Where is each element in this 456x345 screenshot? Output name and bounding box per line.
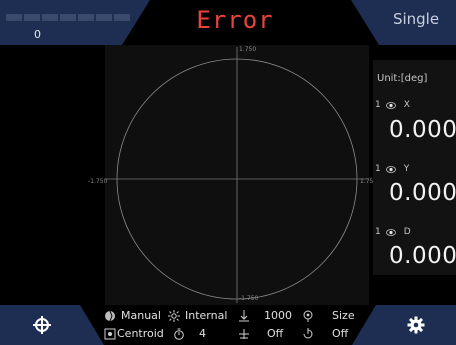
measurement-counter: 0 xyxy=(34,28,41,41)
eye-icon[interactable] xyxy=(385,101,396,109)
filter-icon xyxy=(239,328,249,339)
aperture-icon xyxy=(105,310,115,321)
channel-name: D xyxy=(403,227,411,237)
d-value: 0.000 xyxy=(389,243,456,269)
offset-setting: Off xyxy=(302,327,348,340)
target-setting: Size xyxy=(302,309,355,322)
channel-name: X xyxy=(403,100,410,110)
unit-label: Unit:[deg] xyxy=(377,73,428,84)
segment xyxy=(24,14,40,21)
mode-label: Single xyxy=(392,10,440,28)
eye-icon[interactable] xyxy=(385,228,396,236)
readout-panel: Unit:[deg] 1 X 0.000 1 Y 0.000 1 D 0.000 xyxy=(373,60,456,275)
target-plot: 1.750 -1.750 -1.750 1.750 xyxy=(88,45,377,305)
segment xyxy=(60,14,76,21)
progress-segments xyxy=(6,14,130,21)
crosshair-panel xyxy=(0,305,104,345)
axis-top-label: 1.750 xyxy=(239,46,257,53)
bottom-bar: Manual Internal 1000 Size Centroid 4 Off… xyxy=(0,305,456,345)
segment xyxy=(114,14,130,21)
segment xyxy=(78,14,94,21)
counter-panel: 0 xyxy=(0,0,150,45)
mode-button[interactable]: Single xyxy=(351,0,456,45)
channel-index: 1 xyxy=(375,100,381,110)
segment xyxy=(42,14,58,21)
channel-d-header: 1 D xyxy=(375,227,411,237)
x-value: 0.000 xyxy=(389,117,456,143)
crosshair-button[interactable] xyxy=(12,305,72,345)
target-icon xyxy=(303,310,313,322)
segment xyxy=(96,14,112,21)
channel-name: Y xyxy=(403,164,410,174)
channel-x-header: 1 X xyxy=(375,100,410,110)
channel-y-header: 1 Y xyxy=(375,164,409,174)
channel-index: 1 xyxy=(375,227,381,237)
axis-left-label: -1.750 xyxy=(88,178,108,185)
gear-icon xyxy=(407,316,425,334)
timer-icon xyxy=(174,328,184,340)
method-setting: Centroid xyxy=(104,327,164,340)
settings-button[interactable] xyxy=(386,305,446,345)
eye-icon[interactable] xyxy=(385,165,396,173)
gain-setting: 1000 xyxy=(238,309,292,322)
sun-icon xyxy=(168,309,180,322)
settings-panel xyxy=(352,305,456,345)
channel-index: 1 xyxy=(375,164,381,174)
segment xyxy=(6,14,22,21)
y-value: 0.000 xyxy=(389,180,456,206)
light-source-setting: Internal xyxy=(168,309,227,322)
status-text: Error xyxy=(196,6,274,34)
offset-icon xyxy=(303,327,313,338)
filter-setting: Off xyxy=(238,327,283,340)
centroid-icon xyxy=(104,328,116,339)
axis-bottom-label: -1.750 xyxy=(239,295,259,302)
average-setting: 4 xyxy=(173,327,206,340)
crosshair-icon xyxy=(33,316,51,334)
gain-icon xyxy=(239,309,249,321)
top-bar: 0 Error Single xyxy=(0,0,456,45)
exposure-mode-setting: Manual xyxy=(104,309,161,322)
plot-canvas xyxy=(105,47,369,303)
